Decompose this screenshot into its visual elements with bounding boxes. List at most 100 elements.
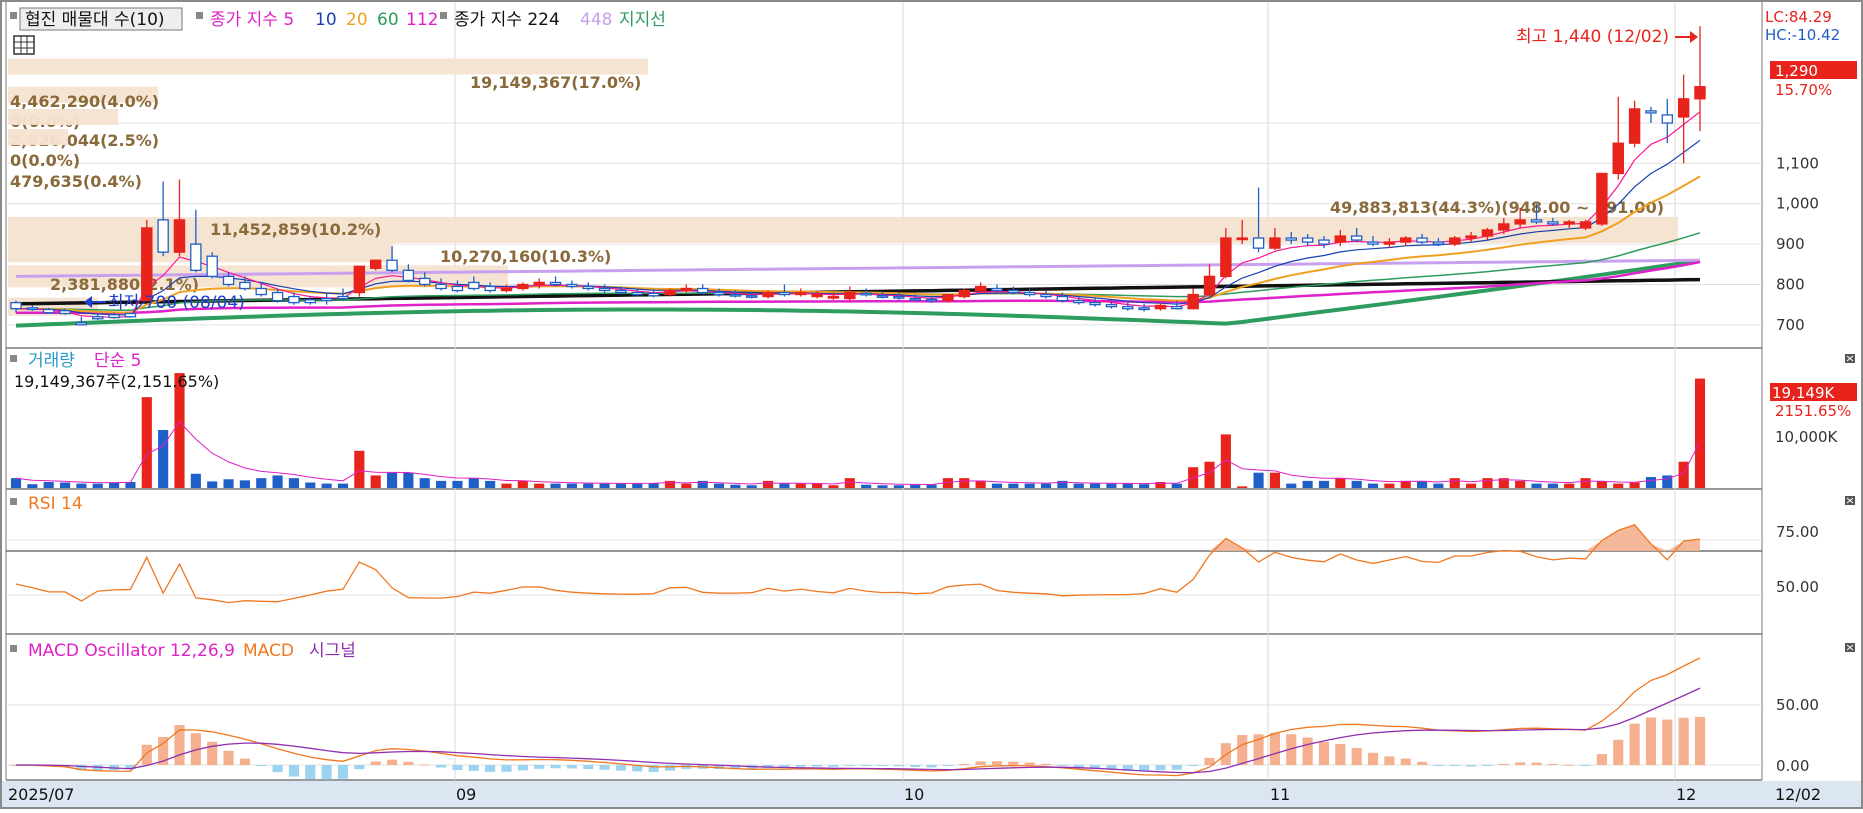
macd-oscillator-bar	[844, 765, 855, 766]
macd-oscillator-bar	[436, 765, 447, 768]
close-icon[interactable]	[1845, 643, 1855, 652]
volume-bar	[1253, 472, 1264, 488]
stock-chart[interactable]: 19,149,367(17.0%) 4,462,290(4.0%) 0(0.0%) 2…	[0, 0, 1863, 809]
macd-oscillator-bar	[942, 765, 953, 766]
volume-bar	[1449, 478, 1460, 488]
volume-bar	[10, 478, 22, 488]
price-ytick: 1,000	[1776, 195, 1819, 213]
volume-bar	[1466, 483, 1477, 488]
close-icon[interactable]	[1845, 354, 1855, 363]
macd-oscillator-bar	[354, 765, 365, 770]
candle-body	[337, 295, 349, 300]
volume-profile-label[interactable]: 협진 매물대 수(10)	[25, 10, 165, 30]
candle-body	[1040, 293, 1052, 298]
volume-bar	[1433, 483, 1444, 488]
volume-ytick: 10,000K	[1775, 428, 1838, 446]
candle-body	[991, 287, 1003, 292]
candle-body	[288, 295, 300, 304]
volume-bar	[1073, 483, 1084, 488]
rsi-ytick-75: 75.00	[1776, 523, 1819, 541]
volume-bar	[1400, 480, 1411, 488]
macd-oscillator-bar	[256, 765, 267, 766]
macd-oscillator-bar	[664, 765, 676, 771]
macd-oscillator-bar	[501, 765, 512, 772]
volume-bar	[141, 397, 152, 488]
candle-body	[1367, 241, 1379, 245]
volume-bar	[730, 484, 741, 488]
macd-oscillator-bar	[517, 765, 528, 771]
candle-body	[1187, 293, 1199, 310]
candle-body	[500, 287, 513, 292]
x-right-label: 12/02	[1775, 785, 1821, 804]
candle-body	[1465, 235, 1477, 239]
candle-body	[1563, 221, 1575, 225]
candle-body	[974, 285, 987, 292]
candle-body	[1154, 304, 1167, 310]
candle-body	[664, 289, 676, 296]
volume-bar	[861, 484, 872, 488]
macd-oscillator-bar	[1564, 764, 1575, 766]
macd-oscillator-bar	[599, 765, 610, 770]
candle-body	[59, 310, 71, 315]
candle-body	[615, 289, 627, 294]
candle-body	[435, 283, 447, 290]
candle-body	[713, 291, 725, 296]
macd-label: MACD	[243, 641, 294, 661]
candle-body	[1220, 237, 1232, 278]
candle-body	[26, 307, 39, 311]
close-icon[interactable]	[1845, 496, 1855, 505]
volume-bar	[59, 482, 71, 488]
candle-body	[696, 287, 709, 294]
candle-body	[1334, 235, 1347, 243]
ma2-legend-448: 448	[580, 10, 612, 30]
candle-body	[1514, 219, 1526, 225]
candle-body	[795, 291, 807, 296]
macd-oscillator-bar	[288, 765, 300, 777]
candle-body	[549, 281, 562, 286]
volume-profile-label: 0(0.0%)	[10, 151, 80, 170]
volume-bar	[288, 478, 300, 488]
chart-canvas[interactable]: 19,149,367(17.0%) 4,462,290(4.0%) 0(0.0%) 2…	[0, 0, 1863, 809]
candle-body	[1449, 237, 1461, 245]
macd-oscillator-bar	[1466, 765, 1477, 767]
volume-profile-band	[8, 129, 68, 146]
macd-oscillator-bar	[1171, 765, 1182, 770]
macd-oscillator-bar	[1384, 756, 1395, 765]
volume-bar	[1286, 483, 1297, 488]
candle-body	[1383, 241, 1396, 245]
candle-body	[255, 287, 267, 296]
macd-oscillator-bar	[321, 765, 332, 780]
volume-bar	[534, 483, 545, 488]
volume-bar	[43, 481, 54, 488]
macd-oscillator-bar	[1694, 716, 1706, 765]
macd-oscillator-bar	[1498, 763, 1509, 765]
ma2-legend-label: 종가 지수 224	[454, 10, 560, 30]
candle-body	[1547, 221, 1559, 225]
macd-oscillator-bar	[1416, 761, 1428, 765]
volume-bar	[158, 430, 169, 488]
candle-body	[1203, 275, 1216, 296]
volume-bar	[763, 480, 774, 488]
macd-oscillator-bar	[566, 765, 577, 769]
candle-body	[173, 219, 186, 253]
candle-body	[1056, 295, 1069, 302]
table-icon[interactable]	[13, 35, 35, 55]
candle-body	[1661, 114, 1674, 124]
volume-info: 19,149,367주(2,151.65%)	[14, 372, 219, 391]
lc-label: LC:84.29	[1765, 8, 1832, 26]
volume-bar	[1302, 480, 1313, 488]
candle-body	[893, 295, 905, 299]
macd-oscillator-bar	[403, 761, 414, 765]
macd-oscillator-bar	[1531, 762, 1542, 765]
macd-oscillator-bar	[1040, 763, 1052, 765]
volume-bar	[92, 483, 103, 488]
volume-bar	[1482, 478, 1493, 488]
macd-oscillator-bar	[1188, 765, 1199, 766]
volume-bar	[1515, 480, 1526, 488]
candle-body	[42, 308, 55, 314]
volume-bar	[1237, 486, 1248, 488]
volume-profile-label: 10,270,160(10.3%)	[440, 247, 611, 266]
candle-body	[1073, 299, 1085, 304]
candle-body	[1416, 237, 1428, 243]
volume-bar	[485, 480, 496, 488]
